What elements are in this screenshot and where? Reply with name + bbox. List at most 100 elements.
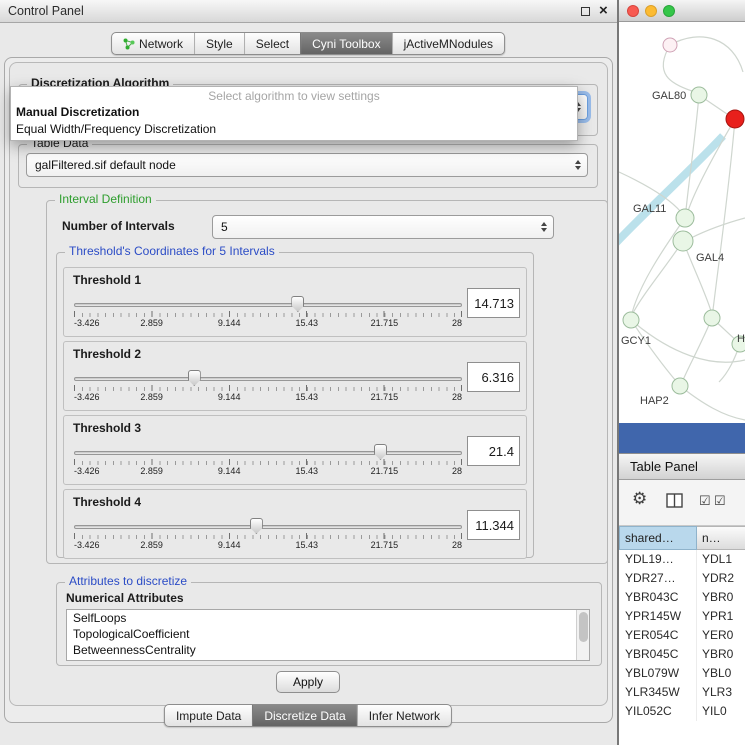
number-of-intervals-label: Number of Intervals — [62, 219, 175, 233]
dropdown-prompt: Select algorithm to view settings — [11, 87, 577, 104]
network-edge — [683, 318, 712, 380]
network-edge — [691, 218, 745, 238]
network-icon — [123, 38, 135, 50]
thresholds-group: Threshold's Coordinates for 5 Intervals … — [56, 252, 534, 558]
tab-discretize-data[interactable]: Discretize Data — [252, 705, 356, 726]
minimize-traffic-light-icon[interactable] — [645, 5, 657, 17]
cell-shared-name: YIL052C — [619, 702, 697, 721]
threshold-value-field[interactable]: 14.713 — [467, 288, 520, 318]
network-node[interactable] — [663, 38, 677, 52]
cell-name: YBR0 — [697, 645, 745, 664]
network-node[interactable] — [676, 209, 694, 227]
column-header-name[interactable]: n… — [697, 526, 745, 550]
axis-tick-label: -3.426 — [74, 540, 100, 550]
threshold-slider[interactable]: -3.4262.8599.14415.4321.71528 — [74, 370, 462, 406]
network-node-selected[interactable] — [726, 110, 744, 128]
apply-button[interactable]: Apply — [276, 671, 340, 693]
scrollbar-thumb[interactable] — [579, 612, 588, 642]
table-panel-title: Table Panel — [630, 459, 698, 474]
network-node[interactable] — [623, 312, 639, 328]
select-all-icon[interactable]: ☑ — [699, 493, 711, 509]
cell-shared-name: YBL079W — [619, 664, 697, 683]
zoom-traffic-light-icon[interactable] — [663, 5, 675, 17]
list-scrollbar[interactable] — [576, 610, 589, 660]
threshold-label: Threshold 1 — [73, 273, 141, 287]
close-traffic-light-icon[interactable] — [627, 5, 639, 17]
slider-thumb[interactable] — [250, 518, 263, 534]
list-item[interactable]: BetweennessCentrality — [67, 642, 589, 658]
table-row[interactable]: YIL052CYIL0 — [619, 702, 745, 721]
close-icon[interactable]: × — [599, 1, 608, 21]
axis-tick-label: 28 — [452, 466, 462, 476]
gear-icon[interactable]: ⚙ — [632, 489, 647, 509]
cell-shared-name: YBR045C — [619, 645, 697, 664]
slider-thumb[interactable] — [374, 444, 387, 460]
tab-cyni-toolbox[interactable]: Cyni Toolbox — [300, 33, 391, 54]
table-row[interactable]: YDR27…YDR2 — [619, 569, 745, 588]
number-of-intervals-spinner[interactable]: 5 — [212, 215, 554, 239]
threshold-slider[interactable]: -3.4262.8599.14415.4321.71528 — [74, 518, 462, 554]
table-row[interactable]: YLR345WYLR3 — [619, 683, 745, 702]
axis-tick-label: -3.426 — [74, 466, 100, 476]
threshold-slider[interactable]: -3.4262.8599.14415.4321.71528 — [74, 444, 462, 480]
slider-axis: -3.4262.8599.14415.4321.71528 — [74, 318, 462, 330]
list-item[interactable]: TopologicalCoefficient — [67, 626, 589, 642]
dropdown-option[interactable]: Equal Width/Frequency Discretization — [11, 121, 577, 138]
network-edge — [632, 218, 685, 313]
network-node[interactable] — [704, 310, 720, 326]
node-label: GCY1 — [621, 335, 651, 347]
table-row[interactable]: YER054CYER0 — [619, 626, 745, 645]
cell-shared-name: YBR043C — [619, 588, 697, 607]
list-item[interactable]: SelfLoops — [67, 610, 589, 626]
tab-impute-data[interactable]: Impute Data — [165, 705, 252, 726]
tab-jactivemnodules[interactable]: jActiveMNodules — [392, 33, 504, 54]
control-panel-titlebar: Control Panel × — [0, 0, 618, 23]
network-canvas[interactable]: GAL80GAL11GAL4GCY1HAP2H — [619, 22, 745, 423]
axis-tick-label: 2.859 — [140, 466, 163, 476]
axis-tick-label: -3.426 — [74, 392, 100, 402]
table-row[interactable]: YBR043CYBR0 — [619, 588, 745, 607]
node-label: HAP2 — [640, 395, 669, 407]
threshold-label: Threshold 4 — [73, 495, 141, 509]
columns-icon[interactable] — [666, 493, 683, 513]
select-none-icon[interactable]: ☑ — [714, 493, 726, 509]
table-row[interactable]: YBR045CYBR0 — [619, 645, 745, 664]
axis-tick-label: 9.144 — [218, 466, 241, 476]
table-column-headers: shared… n… — [619, 526, 745, 550]
cell-shared-name: YLR345W — [619, 683, 697, 702]
tab-network[interactable]: Network — [112, 33, 194, 54]
network-node[interactable] — [673, 231, 693, 251]
dropdown-option[interactable]: Manual Discretization — [11, 104, 577, 121]
network-node[interactable] — [691, 87, 707, 103]
table-data-combobox[interactable]: galFiltered.sif default node — [26, 153, 588, 177]
axis-tick-label: 21.715 — [371, 540, 399, 550]
tab-style[interactable]: Style — [194, 33, 244, 54]
node-label: H — [737, 333, 745, 345]
slider-thumb[interactable] — [188, 370, 201, 386]
cell-name: YIL0 — [697, 702, 745, 721]
tab-infer-network[interactable]: Infer Network — [357, 705, 451, 726]
threshold-value-field[interactable]: 6.316 — [467, 362, 520, 392]
table-row[interactable]: YBL079WYBL0 — [619, 664, 745, 683]
threshold-panel-4: Threshold 4 -3.4262.8599.14415.4321.7152… — [63, 489, 527, 559]
column-header-shared-name[interactable]: shared… — [619, 526, 697, 550]
tab-select[interactable]: Select — [244, 33, 300, 54]
threshold-slider[interactable]: -3.4262.8599.14415.4321.71528 — [74, 296, 462, 332]
threshold-value-field[interactable]: 21.4 — [467, 436, 520, 466]
threshold-value-field[interactable]: 11.344 — [467, 510, 520, 540]
table-panel-body: ⚙ ☑ ☑ shared… n… YDL19…YDL1YDR27…YDR2YBR… — [619, 480, 745, 745]
axis-tick-label: 15.43 — [296, 318, 319, 328]
network-view-window: GAL80GAL11GAL4GCY1HAP2H — [619, 0, 745, 453]
cell-shared-name: YDL19… — [619, 550, 697, 569]
float-window-icon[interactable] — [581, 7, 590, 16]
axis-tick-label: 2.859 — [140, 392, 163, 402]
network-edge — [670, 37, 743, 72]
tab-label: Discretize Data — [264, 709, 345, 723]
cell-name: YLR3 — [697, 683, 745, 702]
table-row[interactable]: YPR145WYPR1 — [619, 607, 745, 626]
table-row[interactable]: YDL19…YDL1 — [619, 550, 745, 569]
network-node[interactable] — [672, 378, 688, 394]
slider-thumb[interactable] — [291, 296, 304, 312]
table-rows: YDL19…YDL1YDR27…YDR2YBR043CYBR0YPR145WYP… — [619, 550, 745, 745]
numerical-attributes-list[interactable]: SelfLoopsTopologicalCoefficientBetweenne… — [66, 609, 590, 661]
